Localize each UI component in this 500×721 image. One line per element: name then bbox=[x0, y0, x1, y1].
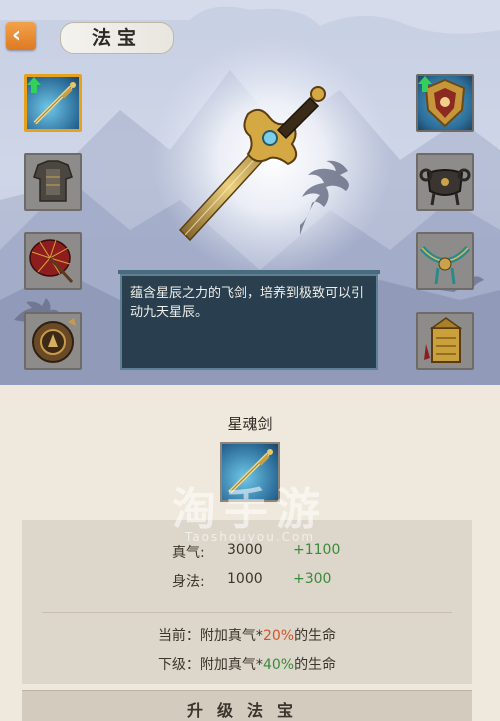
current-effect-percent: 20% bbox=[262, 628, 295, 644]
watermark: 淘手游 bbox=[172, 484, 328, 535]
stat-label: 身法: bbox=[172, 574, 205, 590]
item-detail-panel: 星魂剑 真气: 3000 +1100 身法: 1000 +300 当前：附加真气… bbox=[0, 385, 500, 721]
stat-row: 身法: 1000 +300 bbox=[22, 571, 472, 593]
page-title: 法宝 bbox=[60, 22, 174, 54]
armor-icon bbox=[33, 160, 73, 202]
umbrella-icon bbox=[29, 239, 74, 284]
item-description: 蕴含星辰之力的飞剑，培养到极致可以引动九天星辰。 bbox=[130, 286, 365, 320]
seal-icon bbox=[424, 317, 463, 363]
stats-box: 真气: 3000 +1100 身法: 1000 +300 当前：附加真气*20%… bbox=[22, 520, 472, 684]
treasure-slot-mirror[interactable] bbox=[24, 312, 82, 370]
treasure-scene: ‹ 法宝 蕴含星辰之力的飞剑，培养到极致可以引动九天星辰。 bbox=[0, 0, 500, 385]
next-effect-prefix: 下级：附加真气* bbox=[157, 657, 263, 673]
back-button[interactable]: ‹ bbox=[6, 22, 36, 50]
chevron-left-icon: ‹ bbox=[12, 23, 22, 48]
stat-value: 1000 bbox=[227, 571, 263, 587]
upgrade-arrow-icon bbox=[27, 77, 41, 93]
treasure-slot-shield[interactable] bbox=[416, 74, 474, 132]
next-effect-percent: 40% bbox=[262, 657, 295, 673]
stat-bonus: +300 bbox=[293, 571, 332, 587]
current-effect-suffix: 的生命 bbox=[294, 628, 337, 644]
next-effect-suffix: 的生命 bbox=[294, 657, 337, 673]
treasure-slot-necklace[interactable] bbox=[416, 232, 474, 290]
divider bbox=[42, 612, 452, 613]
treasure-slot-armor[interactable] bbox=[24, 153, 82, 211]
current-effect-prefix: 当前：附加真气* bbox=[157, 628, 263, 644]
current-effect: 当前：附加真气*20%的生命 bbox=[22, 625, 472, 645]
featured-sword-image bbox=[178, 86, 326, 242]
next-effect: 下级：附加真气*40%的生命 bbox=[22, 654, 472, 674]
treasure-slot-cauldron[interactable] bbox=[416, 153, 474, 211]
item-name: 星魂剑 bbox=[227, 415, 273, 433]
upgrade-button-label: 升级法宝 bbox=[186, 701, 307, 720]
stat-row: 真气: 3000 +1100 bbox=[22, 542, 472, 564]
upgrade-button[interactable]: 升级法宝 bbox=[22, 690, 472, 721]
stat-value: 3000 bbox=[227, 542, 263, 558]
title-bar: ‹ 法宝 bbox=[0, 4, 205, 54]
treasure-slot-seal[interactable] bbox=[416, 312, 474, 370]
stat-bonus: +1100 bbox=[293, 542, 341, 558]
treasure-slot-umbrella[interactable] bbox=[24, 232, 82, 290]
cauldron-icon bbox=[419, 168, 471, 206]
stat-label: 真气: bbox=[172, 545, 205, 561]
description-box: 蕴含星辰之力的飞剑，培养到极致可以引动九天星辰。 bbox=[118, 270, 380, 370]
necklace-icon bbox=[419, 245, 471, 285]
watermark-url: Taoshouyou.Com bbox=[184, 530, 316, 544]
treasure-slot-sword[interactable] bbox=[24, 74, 82, 132]
mirror-icon bbox=[32, 318, 76, 363]
upgrade-arrow-icon bbox=[418, 76, 432, 92]
